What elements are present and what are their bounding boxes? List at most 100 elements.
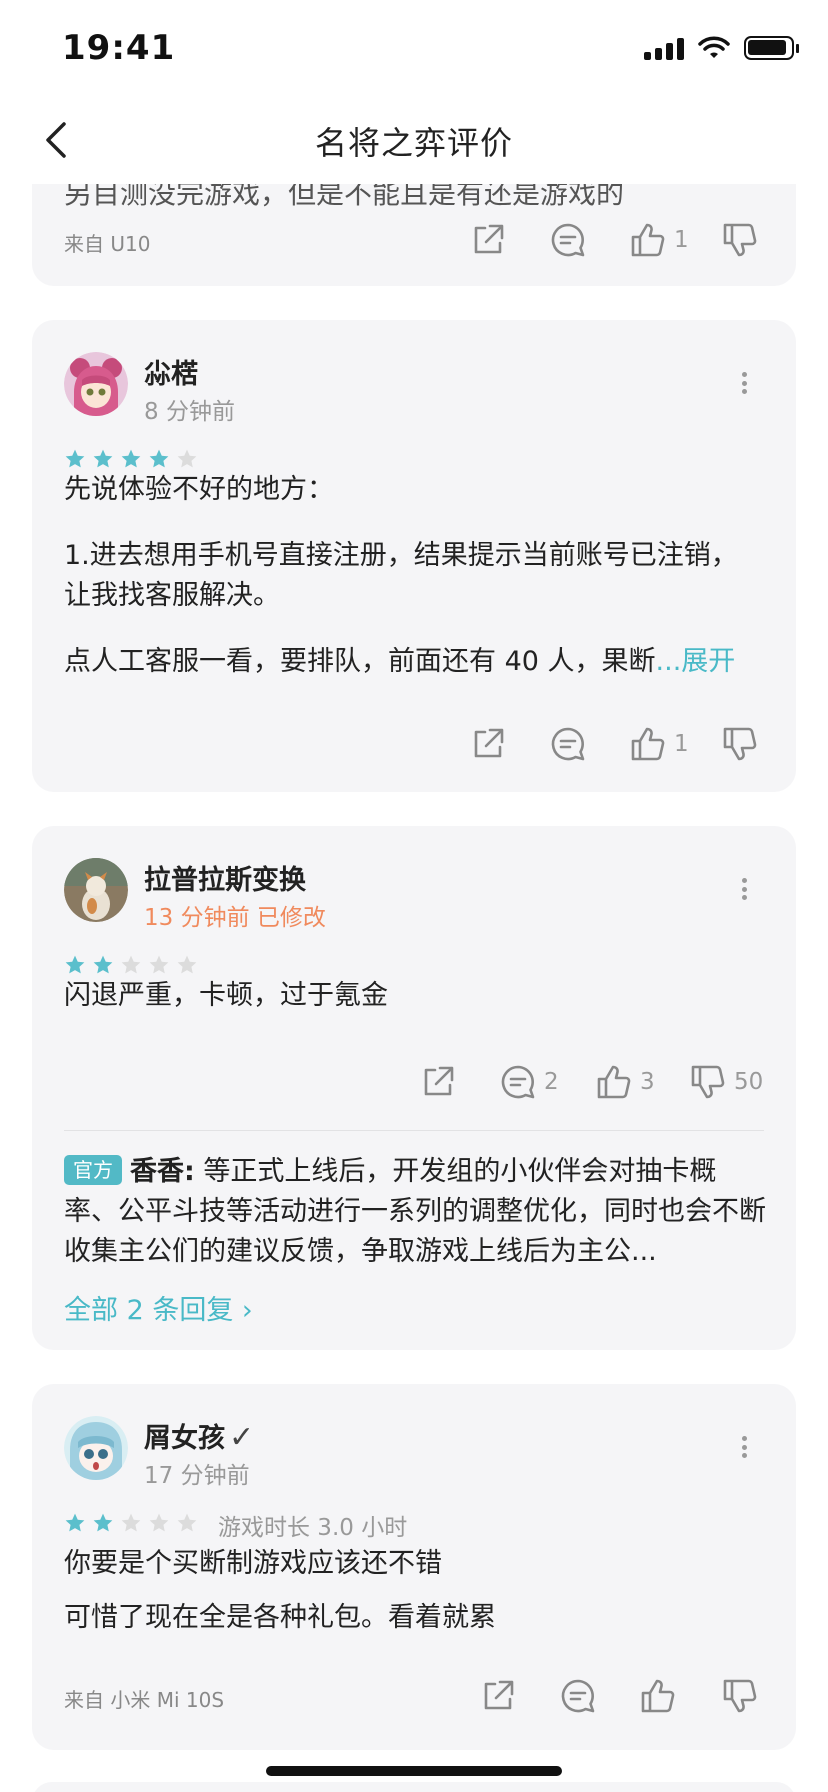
more-menu-button[interactable]: [732, 874, 756, 904]
review-card-next: [32, 1782, 796, 1792]
thumbs-down-icon: [720, 220, 760, 260]
dot-icon: [741, 1444, 747, 1450]
nav-bar: 名将之弈评价: [0, 96, 828, 184]
all-replies-link[interactable]: 全部 2 条回复 ›: [64, 1288, 253, 1327]
avatar-image: [64, 858, 128, 922]
star-rating: [64, 954, 198, 976]
dislike-button[interactable]: 50: [688, 1062, 763, 1102]
star-filled-icon: [92, 448, 114, 470]
thumbs-down-icon: [720, 724, 760, 764]
star-filled-icon: [120, 448, 142, 470]
username[interactable]: 屑女孩 ✓: [144, 1416, 254, 1455]
thumbs-up-icon: [594, 1062, 634, 1102]
review-card: 拉普拉斯变换 13 分钟前 已修改 闪退严重，卡顿，过于氪金 2 3 50 官方…: [32, 826, 796, 1350]
dot-icon: [741, 886, 747, 892]
username[interactable]: 拉普拉斯变换: [144, 858, 306, 897]
avatar[interactable]: [64, 1416, 128, 1480]
thumbs-up-icon: [628, 724, 668, 764]
comment-button[interactable]: 2: [498, 1062, 559, 1102]
username[interactable]: 尛楛: [144, 352, 198, 391]
dislike-button[interactable]: [720, 220, 760, 260]
avatar[interactable]: [64, 352, 128, 416]
thumbs-down-icon: [688, 1062, 728, 1102]
verified-icon: ✓: [229, 1420, 255, 1455]
like-count: 1: [674, 731, 689, 757]
dot-icon: [741, 380, 747, 386]
share-button[interactable]: [478, 1676, 518, 1716]
play-time: 游戏时长 3.0 小时: [218, 1515, 408, 1541]
share-icon: [468, 724, 508, 764]
share-icon: [468, 220, 508, 260]
thumbs-up-icon: [638, 1676, 678, 1716]
review-paragraph: 先说体验不好的地方：: [64, 474, 334, 505]
star-empty-icon: [148, 1512, 170, 1534]
avatar-image: [64, 1416, 128, 1480]
share-button[interactable]: [468, 724, 508, 764]
status-icons: [644, 36, 799, 60]
star-empty-icon: [176, 1512, 198, 1534]
like-button[interactable]: 1: [628, 724, 689, 764]
comment-button[interactable]: [548, 220, 588, 260]
comment-icon: [498, 1062, 538, 1102]
home-indicator: [266, 1766, 562, 1776]
like-count: 1: [674, 227, 689, 253]
post-time-edited: 13 分钟前 已修改: [144, 905, 326, 931]
star-empty-icon: [120, 954, 142, 976]
more-menu-button[interactable]: [732, 368, 756, 398]
review-card: 尛楛 8 分钟前 先说体验不好的地方： 1.进去想用手机号直接注册，结果提示当前…: [32, 320, 796, 792]
share-icon: [478, 1676, 518, 1716]
review-list: 另目测没完游戏，但是不能且是有还是游戏的 来自 U10 1 尛楛 8 分钟前 先…: [0, 0, 828, 1792]
like-button[interactable]: [638, 1676, 678, 1716]
review-text: 闪退严重，卡顿，过于氪金: [64, 980, 388, 1011]
page-title: 名将之弈评价: [314, 124, 513, 162]
reply-author: 香香:: [130, 1156, 195, 1187]
review-paragraph: 1.进去想用手机号直接注册，结果提示当前账号已注销，让我找客服解决。: [64, 540, 738, 611]
official-badge: 官方: [64, 1155, 122, 1185]
thumbs-up-icon: [628, 220, 668, 260]
dot-icon: [741, 372, 747, 377]
device-label: 来自 U10: [64, 232, 151, 256]
like-button[interactable]: 3: [594, 1062, 655, 1102]
share-button[interactable]: [418, 1062, 458, 1102]
dislike-button[interactable]: [720, 724, 760, 764]
comment-icon: [558, 1676, 598, 1716]
comment-icon: [548, 220, 588, 260]
battery-icon: [744, 36, 799, 60]
star-filled-icon: [64, 954, 86, 976]
star-rating: [64, 1512, 198, 1534]
review-card: 屑女孩 ✓ 17 分钟前 游戏时长 3.0 小时 你要是个买断制游戏应该还不错 可…: [32, 1384, 796, 1750]
avatar[interactable]: [64, 858, 128, 922]
star-filled-icon: [92, 1512, 114, 1534]
avatar-image: [64, 352, 128, 416]
star-rating: [64, 448, 198, 470]
dot-icon: [741, 895, 747, 900]
more-menu-button[interactable]: [732, 1432, 756, 1462]
expand-link[interactable]: ...展开: [656, 646, 736, 677]
username-text: 屑女孩: [144, 1423, 225, 1454]
star-empty-icon: [148, 954, 170, 976]
comment-count: 2: [544, 1069, 559, 1095]
wifi-icon: [698, 36, 730, 58]
comment-icon: [548, 724, 588, 764]
dislike-button[interactable]: [720, 1676, 760, 1716]
star-empty-icon: [176, 954, 198, 976]
status-time: 19:41: [62, 28, 176, 68]
star-empty-icon: [120, 1512, 142, 1534]
star-filled-icon: [64, 1512, 86, 1534]
review-paragraph: 可惜了现在全是各种礼包。看着就累: [64, 1602, 496, 1633]
comment-button[interactable]: [548, 724, 588, 764]
star-empty-icon: [176, 448, 198, 470]
dot-icon: [741, 389, 747, 394]
signal-icon: [644, 36, 684, 60]
divider: [64, 1130, 764, 1131]
thumbs-down-icon: [720, 1676, 760, 1716]
dot-icon: [741, 878, 747, 883]
review-paragraph-truncated: 点人工客服一看，要排队，前面还有 40 人，果断...展开: [64, 642, 764, 682]
share-icon: [418, 1062, 458, 1102]
star-filled-icon: [92, 954, 114, 976]
like-button[interactable]: 1: [628, 220, 689, 260]
dot-icon: [741, 1436, 747, 1441]
official-reply[interactable]: 官方 香香: 等正式上线后，开发组的小伙伴会对抽卡概率、公平斗技等活动进行一系列的…: [64, 1152, 769, 1272]
share-button[interactable]: [468, 220, 508, 260]
comment-button[interactable]: [558, 1676, 598, 1716]
